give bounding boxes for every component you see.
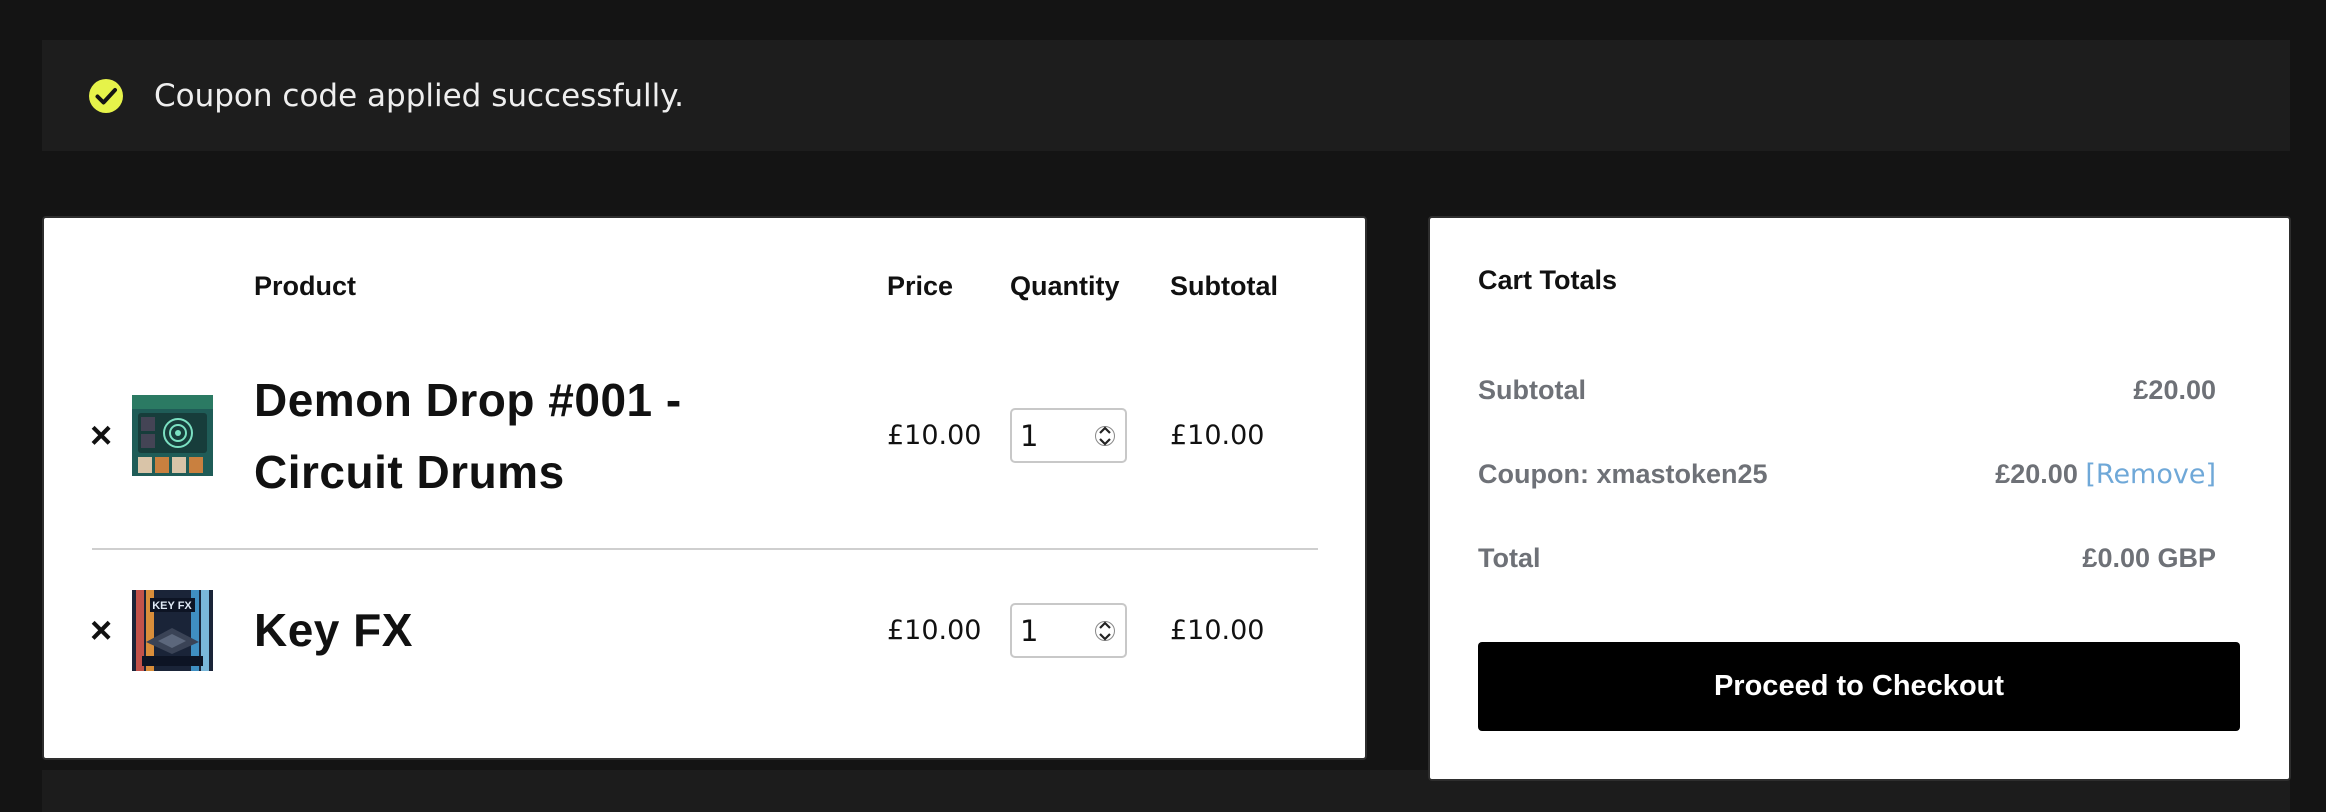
- item-price: £10.00: [887, 615, 982, 646]
- notice-message: Coupon code applied successfully.: [154, 78, 685, 114]
- totals-coupon-value: £20.00: [1995, 459, 2078, 489]
- column-header-product: Product: [254, 271, 357, 301]
- totals-coupon-value-group: £20.00 [Remove]: [1995, 456, 2216, 493]
- item-subtotal: £10.00: [1170, 420, 1265, 451]
- quantity-value[interactable]: 1: [1020, 418, 1038, 454]
- row-divider: [92, 548, 1318, 550]
- remove-coupon-link[interactable]: [Remove]: [2085, 459, 2216, 490]
- circuit-drums-artwork: [132, 395, 213, 476]
- totals-subtotal-label: Subtotal: [1478, 375, 1586, 405]
- proceed-to-checkout-button[interactable]: Proceed to Checkout: [1478, 642, 2240, 731]
- product-thumbnail[interactable]: KEY FX: [132, 590, 213, 671]
- quantity-stepper[interactable]: 1: [1010, 408, 1127, 463]
- quantity-value[interactable]: 1: [1020, 613, 1038, 649]
- item-price: £10.00: [887, 420, 982, 451]
- cart-totals-title: Cart Totals: [1478, 265, 1618, 295]
- product-name-line1[interactable]: Demon Drop #001 -: [254, 364, 682, 436]
- stepper-arrows-icon[interactable]: [1095, 420, 1115, 452]
- cart-table: [42, 216, 1367, 760]
- quantity-stepper[interactable]: 1: [1010, 603, 1127, 658]
- remove-item-button[interactable]: ×: [90, 416, 112, 456]
- column-header-quantity: Quantity: [1010, 271, 1120, 301]
- column-header-subtotal: Subtotal: [1170, 271, 1278, 301]
- svg-text:KEY FX: KEY FX: [152, 600, 192, 612]
- totals-total-label: Total: [1478, 543, 1541, 573]
- product-name-line2[interactable]: Circuit Drums: [254, 436, 565, 508]
- stepper-arrows-icon[interactable]: [1095, 615, 1115, 647]
- column-header-price: Price: [887, 271, 954, 301]
- item-subtotal: £10.00: [1170, 615, 1265, 646]
- totals-coupon-label: Coupon: xmastoken25: [1478, 459, 1768, 489]
- totals-subtotal-value: £20.00: [2133, 375, 2216, 405]
- key-fx-artwork: KEY FX: [132, 590, 213, 671]
- product-name-line1[interactable]: Key FX: [254, 594, 413, 666]
- remove-item-button[interactable]: ×: [90, 611, 112, 651]
- totals-total-value: £0.00 GBP: [2082, 543, 2216, 573]
- check-circle-icon: [89, 79, 123, 113]
- product-thumbnail[interactable]: [132, 395, 213, 476]
